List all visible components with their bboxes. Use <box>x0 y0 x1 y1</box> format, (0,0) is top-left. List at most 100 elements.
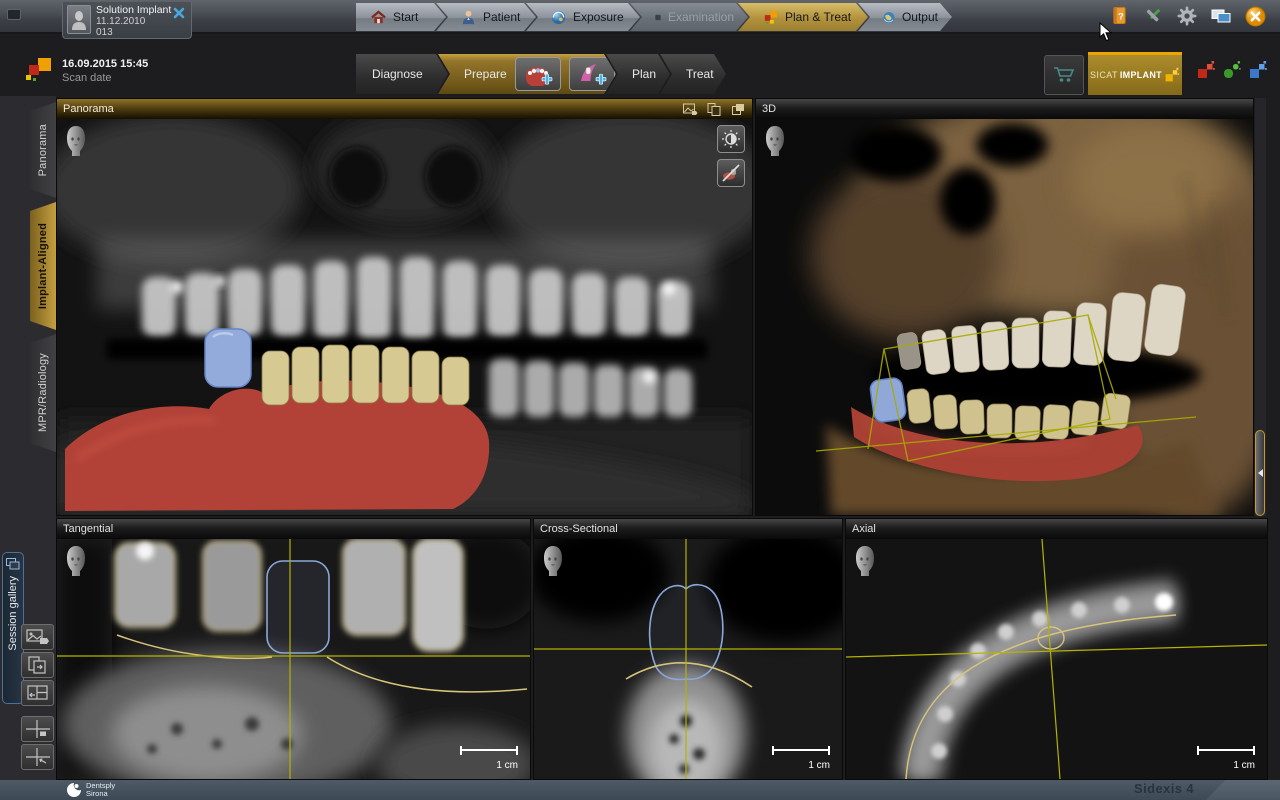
axial-image-canvas[interactable] <box>846 539 1267 779</box>
axial-view-titlebar[interactable]: Axial <box>846 519 1267 539</box>
patient-card[interactable]: Solution Implant 11.12.2010 013 <box>62 2 192 39</box>
examination-icon <box>654 9 662 26</box>
phase-label: Examination <box>668 10 734 24</box>
tools-button[interactable] <box>1142 5 1164 27</box>
cross-sectional-view-titlebar[interactable]: Cross-Sectional <box>534 519 842 539</box>
align-crosshair-button[interactable] <box>21 744 54 770</box>
sicat-product-label: IMPLANT <box>1120 70 1162 80</box>
phase-label: Plan & Treat <box>785 10 851 24</box>
avatar-icon <box>71 9 87 31</box>
cart-icon <box>1052 65 1076 85</box>
copy-view-button[interactable] <box>706 102 722 116</box>
three-d-view-content <box>756 119 1253 515</box>
hide-objects-icon <box>721 163 741 183</box>
add-jaw-scan-button[interactable] <box>569 57 615 91</box>
cross-sectional-image-canvas[interactable] <box>534 539 842 779</box>
scan-date-value: 16.09.2015 15:45 <box>62 57 148 71</box>
export-image-icon <box>26 628 50 646</box>
status-bar: Dentsply Sirona Sidexis 4 <box>0 780 1280 800</box>
layout-tool-button[interactable] <box>21 680 54 706</box>
step-tab-diagnose[interactable]: Diagnose <box>356 54 448 94</box>
axial-view-content: 1 cm <box>846 539 1267 779</box>
sicat-implant-app-button[interactable]: SICAT IMPLANT <box>1088 52 1182 95</box>
right-panel-strip <box>1255 98 1266 516</box>
patient-avatar <box>67 5 91 34</box>
three-d-view-titlebar[interactable]: 3D <box>756 99 1253 119</box>
red-app-icon[interactable] <box>1196 60 1216 80</box>
panorama-view-titlebar[interactable]: Panorama <box>57 99 752 119</box>
phase-label: Start <box>393 10 418 24</box>
app-icon <box>7 9 21 20</box>
phase-tab-plan-treat[interactable]: Plan & Treat <box>738 3 868 31</box>
session-gallery-label: Session gallery <box>7 576 19 651</box>
workspace-tab-label: Implant-Aligned <box>37 223 49 309</box>
workspace-tab-implant-aligned[interactable]: Implant-Aligned <box>30 202 56 330</box>
settings-button[interactable] <box>1176 5 1198 27</box>
close-app-button[interactable] <box>1244 5 1266 27</box>
tools-icon <box>1143 6 1163 26</box>
scale-bar <box>460 746 518 755</box>
gallery-icon <box>6 558 20 570</box>
screenshot-tool-button[interactable] <box>21 624 54 650</box>
copy-tool-button[interactable] <box>21 652 54 678</box>
crosshair-icon <box>26 720 50 738</box>
window-icons: ? <box>1108 5 1266 27</box>
green-app-icon[interactable] <box>1222 60 1242 80</box>
panorama-image-canvas[interactable] <box>57 119 752 515</box>
phase-label: Patient <box>483 10 520 24</box>
scan-date-label: Scan date <box>62 71 148 85</box>
orientation-head-icon <box>853 545 877 577</box>
phase-tab-start[interactable]: Start <box>356 3 446 31</box>
tangential-view-title: Tangential <box>63 523 113 535</box>
scale-indicator: 1 cm <box>1197 746 1255 773</box>
dentsply-sirona-logo <box>66 782 82 798</box>
plan-treat-icon <box>762 9 779 26</box>
blue-app-icon[interactable] <box>1248 60 1268 80</box>
top-titlebar: Start Patient Exposure <box>0 0 1280 34</box>
gear-icon <box>1177 6 1197 26</box>
phase-tab-examination: Examination <box>630 3 748 31</box>
scale-indicator: 1 cm <box>772 746 830 773</box>
export-image-button[interactable] <box>682 102 698 116</box>
tangential-view-content: 1 cm <box>57 539 530 779</box>
scale-indicator: 1 cm <box>460 746 518 773</box>
orientation-head-icon <box>64 125 88 157</box>
tangential-image-canvas[interactable] <box>57 539 530 779</box>
product-name: Sidexis 4 <box>1134 781 1194 796</box>
scale-bar <box>772 746 830 755</box>
scan-date-block: 16.09.2015 15:45 Scan date <box>62 57 148 85</box>
phase-tab-patient[interactable]: Patient <box>436 3 536 31</box>
shop-cart-button[interactable] <box>1044 55 1084 95</box>
statusbar-corner-decoration <box>1206 780 1280 800</box>
patient-close-icon[interactable] <box>173 7 185 19</box>
mouse-cursor <box>1099 22 1113 42</box>
workspace-tab-mpr-radiology[interactable]: MPR/Radiology <box>30 334 56 452</box>
phase-tab-output[interactable]: Output <box>858 3 952 31</box>
step-label: Treat <box>686 67 714 81</box>
brightness-contrast-button[interactable] <box>717 125 745 153</box>
crosshair-arrow-icon <box>26 748 50 766</box>
phase-tab-exposure[interactable]: Exposure <box>526 3 640 31</box>
maximize-view-button[interactable] <box>730 102 746 116</box>
tangential-view: Tangential <box>56 518 531 780</box>
export-image-icon <box>683 103 698 115</box>
step-label: Diagnose <box>372 67 423 81</box>
jaw-plus-icon <box>577 62 607 86</box>
denture-plus-icon <box>523 62 553 86</box>
toggle-objects-button[interactable] <box>717 159 745 187</box>
tangential-view-titlebar[interactable]: Tangential <box>57 519 530 539</box>
step-tab-prepare[interactable]: Prepare <box>438 54 616 94</box>
add-implants-button[interactable] <box>515 57 561 91</box>
displays-button[interactable] <box>1210 5 1232 27</box>
panel-expand-handle[interactable] <box>1255 430 1265 516</box>
home-icon <box>370 9 387 26</box>
step-label: Plan <box>632 67 656 81</box>
layout-grid-icon <box>26 684 50 702</box>
brightness-contrast-icon <box>721 129 741 149</box>
scale-bar <box>1197 746 1255 755</box>
scale-label: 1 cm <box>808 760 830 771</box>
reset-crosshair-button[interactable] <box>21 716 54 742</box>
three-d-render-canvas[interactable] <box>756 119 1253 515</box>
workspace-tab-panorama[interactable]: Panorama <box>30 102 56 198</box>
cross-sectional-view-title: Cross-Sectional <box>540 523 618 535</box>
